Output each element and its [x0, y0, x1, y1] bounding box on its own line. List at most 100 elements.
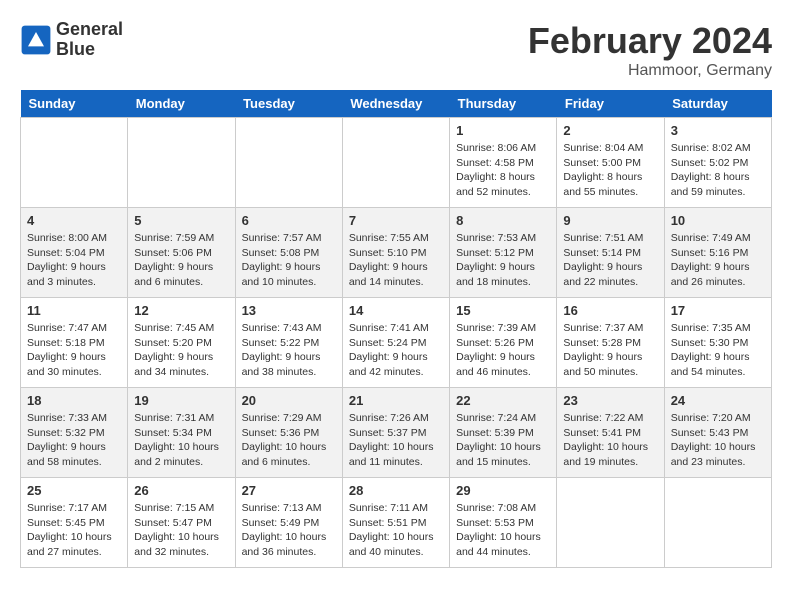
day-number: 10	[671, 213, 765, 228]
day-info: Sunrise: 7:15 AMSunset: 5:47 PMDaylight:…	[134, 501, 228, 560]
calendar-cell	[21, 118, 128, 208]
calendar-header-friday: Friday	[557, 90, 664, 118]
calendar-cell	[664, 478, 771, 568]
day-info: Sunrise: 7:39 AMSunset: 5:26 PMDaylight:…	[456, 321, 550, 380]
logo-line2: Blue	[56, 40, 123, 60]
day-info: Sunrise: 8:06 AMSunset: 4:58 PMDaylight:…	[456, 141, 550, 200]
day-info: Sunrise: 7:35 AMSunset: 5:30 PMDaylight:…	[671, 321, 765, 380]
day-info: Sunrise: 7:47 AMSunset: 5:18 PMDaylight:…	[27, 321, 121, 380]
day-info: Sunrise: 7:49 AMSunset: 5:16 PMDaylight:…	[671, 231, 765, 290]
day-number: 26	[134, 483, 228, 498]
day-number: 9	[563, 213, 657, 228]
day-number: 15	[456, 303, 550, 318]
calendar-cell: 3 Sunrise: 8:02 AMSunset: 5:02 PMDaylight…	[664, 118, 771, 208]
calendar-header-sunday: Sunday	[21, 90, 128, 118]
calendar-cell: 23Sunrise: 7:22 AMSunset: 5:41 PMDayligh…	[557, 388, 664, 478]
day-number: 3	[671, 123, 765, 138]
calendar-table: SundayMondayTuesdayWednesdayThursdayFrid…	[20, 90, 772, 568]
calendar-cell: 16 Sunrise: 7:37 AMSunset: 5:28 PMDayligh…	[557, 298, 664, 388]
day-number: 14	[349, 303, 443, 318]
logo-icon	[20, 24, 52, 56]
calendar-cell: 17 Sunrise: 7:35 AMSunset: 5:30 PMDayligh…	[664, 298, 771, 388]
calendar-cell: 18 Sunrise: 7:33 AMSunset: 5:32 PMDayligh…	[21, 388, 128, 478]
calendar-header-row: SundayMondayTuesdayWednesdayThursdayFrid…	[21, 90, 772, 118]
day-number: 4	[27, 213, 121, 228]
calendar-week-row: 4 Sunrise: 8:00 AMSunset: 5:04 PMDaylight…	[21, 208, 772, 298]
day-number: 22	[456, 393, 550, 408]
day-info: Sunrise: 7:26 AMSunset: 5:37 PMDaylight:…	[349, 411, 443, 470]
calendar-cell: 2Sunrise: 8:04 AMSunset: 5:00 PMDaylight…	[557, 118, 664, 208]
day-info: Sunrise: 7:51 AMSunset: 5:14 PMDaylight:…	[563, 231, 657, 290]
calendar-header-tuesday: Tuesday	[235, 90, 342, 118]
day-number: 2	[563, 123, 657, 138]
day-number: 20	[242, 393, 336, 408]
day-info: Sunrise: 7:31 AMSunset: 5:34 PMDaylight:…	[134, 411, 228, 470]
calendar-header-saturday: Saturday	[664, 90, 771, 118]
day-info: Sunrise: 7:11 AMSunset: 5:51 PMDaylight:…	[349, 501, 443, 560]
page-header: General Blue February 2024 Hammoor, Germ…	[20, 20, 772, 80]
day-info: Sunrise: 7:41 AMSunset: 5:24 PMDaylight:…	[349, 321, 443, 380]
calendar-cell	[235, 118, 342, 208]
day-number: 19	[134, 393, 228, 408]
title-area: February 2024 Hammoor, Germany	[528, 20, 772, 80]
calendar-cell	[557, 478, 664, 568]
day-number: 29	[456, 483, 550, 498]
day-info: Sunrise: 8:02 AMSunset: 5:02 PMDaylight:…	[671, 141, 765, 200]
day-number: 23	[563, 393, 657, 408]
calendar-cell: 26 Sunrise: 7:15 AMSunset: 5:47 PMDayligh…	[128, 478, 235, 568]
day-info: Sunrise: 7:37 AMSunset: 5:28 PMDaylight:…	[563, 321, 657, 380]
calendar-header-thursday: Thursday	[450, 90, 557, 118]
day-info: Sunrise: 7:29 AMSunset: 5:36 PMDaylight:…	[242, 411, 336, 470]
day-number: 13	[242, 303, 336, 318]
calendar-cell: 10 Sunrise: 7:49 AMSunset: 5:16 PMDayligh…	[664, 208, 771, 298]
calendar-cell: 8 Sunrise: 7:53 AMSunset: 5:12 PMDaylight…	[450, 208, 557, 298]
calendar-cell: 29Sunrise: 7:08 AMSunset: 5:53 PMDayligh…	[450, 478, 557, 568]
calendar-week-row: 18 Sunrise: 7:33 AMSunset: 5:32 PMDayligh…	[21, 388, 772, 478]
calendar-cell: 25Sunrise: 7:17 AMSunset: 5:45 PMDayligh…	[21, 478, 128, 568]
day-number: 21	[349, 393, 443, 408]
day-number: 8	[456, 213, 550, 228]
calendar-header-monday: Monday	[128, 90, 235, 118]
day-info: Sunrise: 7:53 AMSunset: 5:12 PMDaylight:…	[456, 231, 550, 290]
logo: General Blue	[20, 20, 123, 60]
logo-text: General Blue	[56, 20, 123, 60]
day-number: 17	[671, 303, 765, 318]
day-info: Sunrise: 7:59 AMSunset: 5:06 PMDaylight:…	[134, 231, 228, 290]
day-number: 28	[349, 483, 443, 498]
calendar-cell: 24 Sunrise: 7:20 AMSunset: 5:43 PMDayligh…	[664, 388, 771, 478]
calendar-cell: 4 Sunrise: 8:00 AMSunset: 5:04 PMDaylight…	[21, 208, 128, 298]
logo-line1: General	[56, 20, 123, 40]
calendar-cell: 19 Sunrise: 7:31 AMSunset: 5:34 PMDayligh…	[128, 388, 235, 478]
calendar-cell: 12 Sunrise: 7:45 AMSunset: 5:20 PMDayligh…	[128, 298, 235, 388]
calendar-cell	[342, 118, 449, 208]
calendar-cell: 28 Sunrise: 7:11 AMSunset: 5:51 PMDayligh…	[342, 478, 449, 568]
day-number: 16	[563, 303, 657, 318]
day-number: 11	[27, 303, 121, 318]
day-number: 18	[27, 393, 121, 408]
calendar-cell: 5 Sunrise: 7:59 AMSunset: 5:06 PMDaylight…	[128, 208, 235, 298]
day-info: Sunrise: 7:33 AMSunset: 5:32 PMDaylight:…	[27, 411, 121, 470]
calendar-cell: 9 Sunrise: 7:51 AMSunset: 5:14 PMDaylight…	[557, 208, 664, 298]
day-number: 12	[134, 303, 228, 318]
day-info: Sunrise: 8:00 AMSunset: 5:04 PMDaylight:…	[27, 231, 121, 290]
calendar-cell: 21 Sunrise: 7:26 AMSunset: 5:37 PMDayligh…	[342, 388, 449, 478]
day-info: Sunrise: 7:45 AMSunset: 5:20 PMDaylight:…	[134, 321, 228, 380]
calendar-cell	[128, 118, 235, 208]
calendar-week-row: 1Sunrise: 8:06 AMSunset: 4:58 PMDaylight…	[21, 118, 772, 208]
day-info: Sunrise: 7:20 AMSunset: 5:43 PMDaylight:…	[671, 411, 765, 470]
day-info: Sunrise: 7:55 AMSunset: 5:10 PMDaylight:…	[349, 231, 443, 290]
day-info: Sunrise: 7:57 AMSunset: 5:08 PMDaylight:…	[242, 231, 336, 290]
calendar-cell: 6Sunrise: 7:57 AMSunset: 5:08 PMDaylight…	[235, 208, 342, 298]
day-info: Sunrise: 7:24 AMSunset: 5:39 PMDaylight:…	[456, 411, 550, 470]
calendar-cell: 13Sunrise: 7:43 AMSunset: 5:22 PMDayligh…	[235, 298, 342, 388]
calendar-cell: 7Sunrise: 7:55 AMSunset: 5:10 PMDaylight…	[342, 208, 449, 298]
calendar-week-row: 25Sunrise: 7:17 AMSunset: 5:45 PMDayligh…	[21, 478, 772, 568]
calendar-cell: 1Sunrise: 8:06 AMSunset: 4:58 PMDaylight…	[450, 118, 557, 208]
calendar-title: February 2024	[528, 20, 772, 62]
calendar-cell: 14 Sunrise: 7:41 AMSunset: 5:24 PMDayligh…	[342, 298, 449, 388]
day-info: Sunrise: 7:13 AMSunset: 5:49 PMDaylight:…	[242, 501, 336, 560]
day-number: 24	[671, 393, 765, 408]
day-number: 5	[134, 213, 228, 228]
calendar-subtitle: Hammoor, Germany	[528, 62, 772, 80]
calendar-cell: 20 Sunrise: 7:29 AMSunset: 5:36 PMDayligh…	[235, 388, 342, 478]
